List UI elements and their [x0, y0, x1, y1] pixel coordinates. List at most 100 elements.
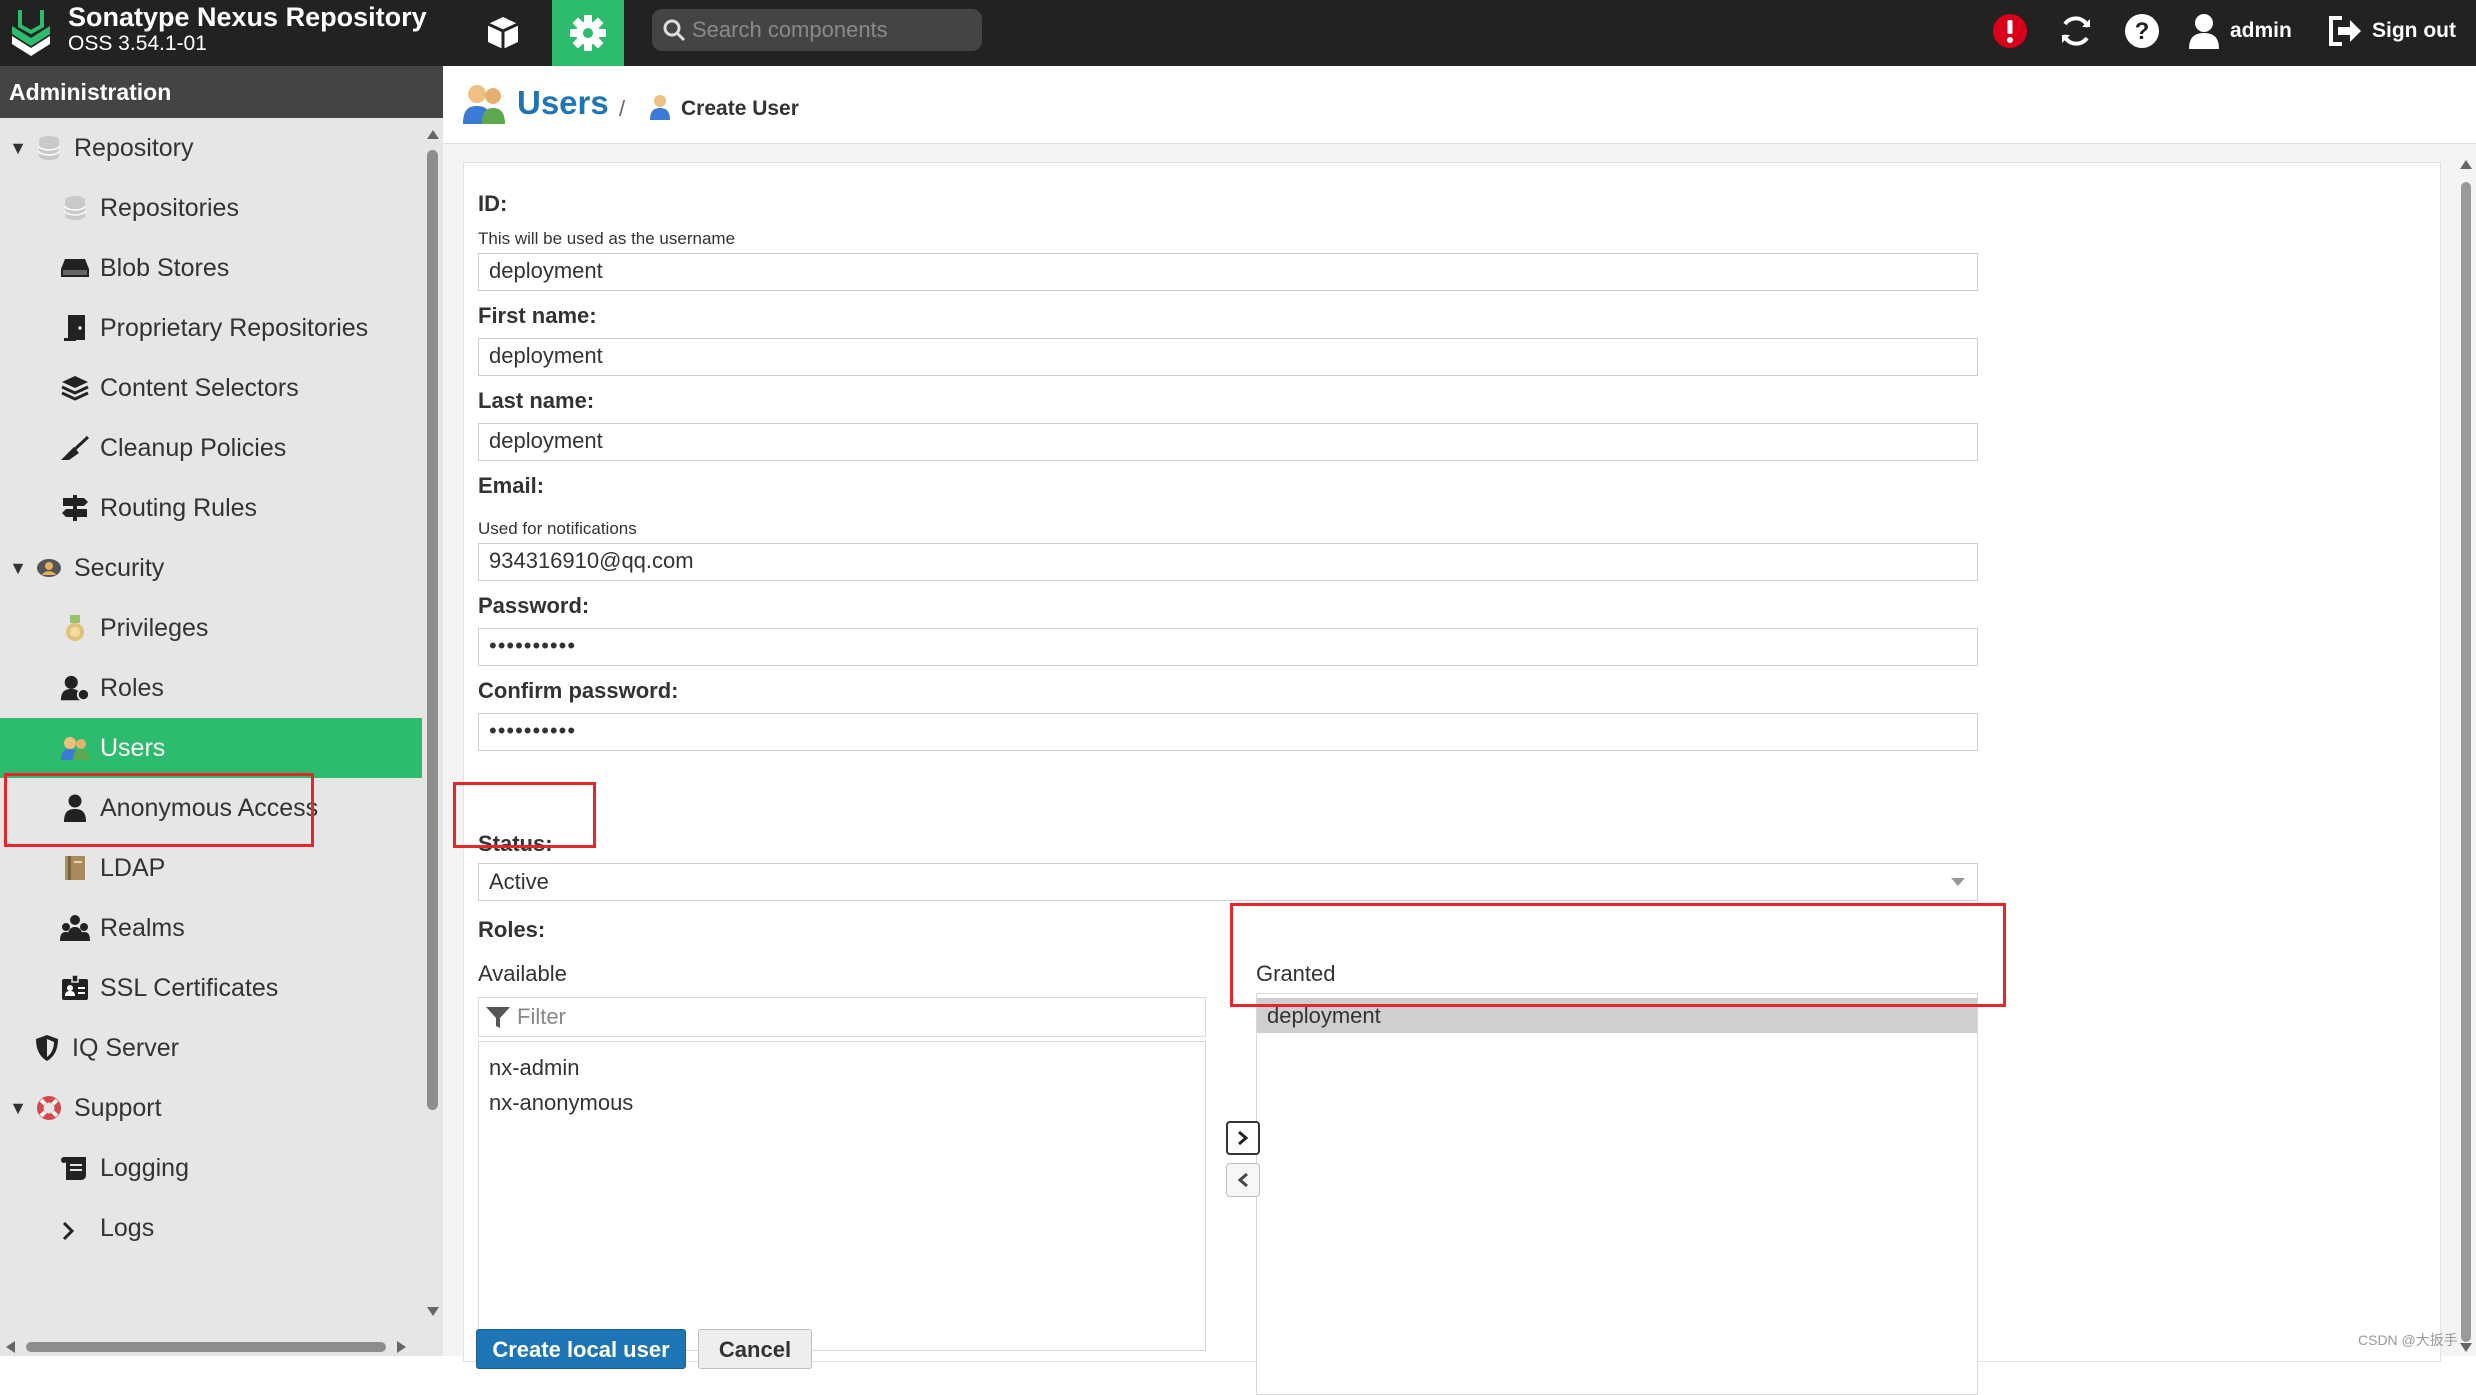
sidebar-item-privileges[interactable]: Privileges: [0, 598, 422, 658]
sidebar-scroll-thumb[interactable]: [427, 150, 438, 1110]
search-input[interactable]: [692, 9, 972, 51]
user-menu[interactable]: admin: [2188, 8, 2292, 54]
sidebar-item-support[interactable]: ▼ Support: [0, 1078, 422, 1138]
sidebar-item-content-selectors[interactable]: Content Selectors: [0, 358, 422, 418]
list-item[interactable]: nx-admin: [479, 1050, 1205, 1085]
sidebar-item-roles[interactable]: Roles: [0, 658, 422, 718]
id-help: This will be used as the username: [478, 229, 736, 248]
main-scrollbar[interactable]: [2456, 152, 2476, 1356]
expanded-caret-icon[interactable]: ▼: [8, 138, 28, 159]
first-name-field[interactable]: deployment: [478, 338, 1978, 376]
list-item[interactable]: nx-anonymous: [479, 1085, 1205, 1120]
sidebar-item-label: Cleanup Policies: [100, 433, 287, 462]
last-name-label: Last name:: [478, 388, 595, 413]
sidebar-item-routing-rules[interactable]: Routing Rules: [0, 478, 422, 538]
password-field[interactable]: ••••••••••: [478, 628, 1978, 666]
scroll-left-arrow-icon[interactable]: [4, 1340, 16, 1354]
sidebar-item-logging[interactable]: Logging: [0, 1138, 422, 1198]
roles-filter-input[interactable]: [517, 998, 1197, 1036]
status-value: Active: [489, 869, 549, 894]
search-icon: [663, 19, 686, 42]
remove-role-button[interactable]: [1226, 1163, 1260, 1197]
sidebar-item-proprietary-repositories[interactable]: Proprietary Repositories: [0, 298, 422, 358]
signpost-icon: [60, 493, 90, 523]
status-select[interactable]: Active: [478, 863, 1978, 901]
sidebar-item-security[interactable]: ▼ Security: [0, 538, 422, 598]
scroll-up-arrow-icon[interactable]: [2459, 158, 2473, 170]
alert-icon[interactable]: [1988, 9, 2032, 53]
create-user-form: ID: This will be used as the username de…: [463, 162, 2441, 1395]
search-box[interactable]: [652, 9, 982, 51]
refresh-icon[interactable]: [2054, 9, 2098, 53]
sidebar-item-label: Logs: [100, 1213, 155, 1242]
list-item[interactable]: deployment: [1257, 998, 1977, 1033]
sidebar-item-label: Repositories: [100, 193, 239, 222]
roles-filter-box[interactable]: [478, 997, 1206, 1037]
sidebar-scrollbar[interactable]: [422, 122, 443, 1322]
sign-out-button[interactable]: Sign out: [2328, 8, 2456, 54]
browse-mode-button[interactable]: [467, 0, 539, 66]
logs-icon: [60, 1213, 90, 1243]
shield-icon: [32, 1033, 62, 1063]
sidebar-item-label: Routing Rules: [100, 493, 258, 522]
sidebar-item-cleanup-policies[interactable]: Cleanup Policies: [0, 418, 422, 478]
id-label: ID:: [478, 191, 508, 216]
book-icon: [60, 853, 90, 883]
sidebar-item-label: Content Selectors: [100, 373, 299, 402]
sonatype-logo-icon[interactable]: [8, 4, 54, 60]
available-roles-list[interactable]: nx-admin nx-anonymous: [478, 1041, 1206, 1351]
sidebar-item-ldap[interactable]: LDAP: [0, 838, 422, 898]
users-icon: [463, 85, 505, 124]
expanded-caret-icon[interactable]: ▼: [8, 1098, 28, 1119]
sidebar-item-repositories[interactable]: Repositories: [0, 178, 422, 238]
certificate-icon: [60, 973, 90, 1003]
chevron-down-icon[interactable]: [1951, 878, 1965, 886]
scroll-down-arrow-icon[interactable]: [2459, 1342, 2473, 1354]
sidebar-item-anonymous-access[interactable]: Anonymous Access: [0, 778, 422, 838]
status-label: Status:: [478, 831, 553, 856]
expanded-caret-icon[interactable]: ▼: [8, 558, 28, 579]
first-name-label: First name:: [478, 303, 597, 328]
chevron-left-icon: [1237, 1172, 1248, 1188]
sidebar-item-label: Repository: [74, 133, 194, 162]
scroll-up-arrow-icon[interactable]: [426, 128, 440, 140]
id-field[interactable]: deployment: [478, 253, 1978, 291]
app-version: OSS 3.54.1-01: [68, 32, 207, 55]
sidebar-item-label: Support: [74, 1093, 162, 1122]
gear-icon: [570, 15, 606, 51]
scroll-down-arrow-icon[interactable]: [426, 1306, 440, 1318]
sidebar-item-realms[interactable]: Realms: [0, 898, 422, 958]
database-icon: [34, 133, 64, 163]
database-icon: [60, 193, 90, 223]
sidebar-item-label: Security: [74, 553, 165, 582]
breadcrumb-current-page: Create User: [681, 97, 799, 120]
sidebar-horizontal-scrollbar[interactable]: [0, 1336, 422, 1356]
main-scroll-thumb[interactable]: [2461, 182, 2471, 1342]
scroll-right-arrow-icon[interactable]: [396, 1340, 408, 1354]
person-icon: [60, 793, 90, 823]
admin-mode-button[interactable]: [552, 0, 624, 66]
sidebar-item-iq-server[interactable]: IQ Server: [0, 1018, 422, 1078]
help-icon[interactable]: ?: [2120, 9, 2164, 53]
granted-roles-title: Granted: [1256, 961, 1336, 986]
last-name-field[interactable]: deployment: [478, 423, 1978, 461]
medal-icon: [60, 613, 90, 643]
sidebar-item-logs[interactable]: Logs: [0, 1198, 422, 1258]
sidebar-horizontal-scroll-thumb[interactable]: [26, 1342, 386, 1352]
sidebar-item-users[interactable]: Users: [0, 718, 422, 778]
breadcrumb-users-link[interactable]: Users: [517, 84, 609, 122]
sidebar-item-blob-stores[interactable]: Blob Stores: [0, 238, 422, 298]
password-label: Password:: [478, 593, 590, 618]
sidebar-item-ssl-certificates[interactable]: SSL Certificates: [0, 958, 422, 1018]
email-field[interactable]: 934316910@qq.com: [478, 543, 1978, 581]
broom-icon: [60, 433, 90, 463]
add-role-button[interactable]: [1226, 1121, 1260, 1155]
create-local-user-button[interactable]: Create local user: [476, 1329, 686, 1369]
granted-roles-list[interactable]: deployment: [1256, 993, 1978, 1395]
users-icon: [60, 733, 90, 763]
sidebar-item-repository[interactable]: ▼ Repository: [0, 118, 422, 178]
breadcrumb: Users / Create User: [443, 66, 2476, 144]
confirm-password-field[interactable]: ••••••••••: [478, 713, 1978, 751]
sidebar-header: Administration: [0, 66, 443, 118]
cancel-button[interactable]: Cancel: [698, 1329, 812, 1369]
